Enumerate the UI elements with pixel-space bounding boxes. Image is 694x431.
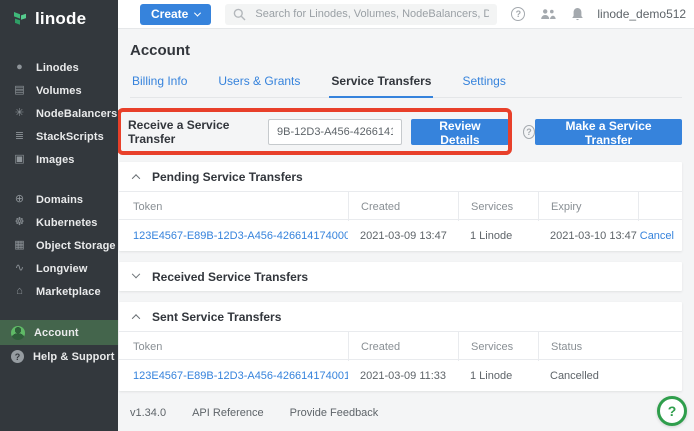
sent-transfers-header[interactable]: Sent Service Transfers bbox=[119, 302, 682, 331]
sidebar-item-object-storage[interactable]: ▦ Object Storage bbox=[0, 234, 118, 257]
object-storage-icon: ▦ bbox=[12, 240, 27, 251]
sidebar: linode ● Linodes ▤ Volumes ✳ NodeBalance… bbox=[0, 0, 118, 431]
pending-table-header: Token Created Services Expiry bbox=[119, 191, 682, 220]
main-content: Account Billing Info Users & Grants Serv… bbox=[118, 29, 694, 431]
app-version: v1.34.0 bbox=[130, 407, 166, 419]
cell-services: 1 Linode bbox=[458, 230, 538, 242]
logo-text: linode bbox=[35, 9, 86, 29]
cell-expiry: 2021-03-10 13:47 bbox=[538, 230, 638, 242]
topbar: Create ? li bbox=[118, 0, 694, 29]
sidebar-item-images[interactable]: ▣ Images bbox=[0, 148, 118, 171]
linode-cloud-manager: linode ● Linodes ▤ Volumes ✳ NodeBalance… bbox=[0, 0, 694, 431]
marketplace-icon: ⌂ bbox=[12, 286, 27, 297]
cell-services: 1 Linode bbox=[458, 370, 538, 382]
sidebar-item-nodebalancers[interactable]: ✳ NodeBalancers bbox=[0, 102, 118, 125]
pending-transfers-card: Pending Service Transfers Token Created … bbox=[119, 162, 682, 251]
api-reference-link[interactable]: API Reference bbox=[192, 407, 264, 419]
page-title: Account bbox=[130, 42, 682, 59]
sent-table-header: Token Created Services Status bbox=[119, 331, 682, 360]
received-transfers-header[interactable]: Received Service Transfers bbox=[119, 262, 682, 291]
sidebar-item-help-support[interactable]: ? Help & Support bbox=[0, 345, 118, 368]
tab-billing-info[interactable]: Billing Info bbox=[130, 69, 189, 97]
help-circle-icon: ? bbox=[11, 350, 24, 363]
receive-transfer-label: Receive a Service Transfer bbox=[128, 118, 258, 146]
domains-icon: ⊕ bbox=[12, 194, 27, 205]
linodes-icon: ● bbox=[12, 62, 27, 73]
provide-feedback-link[interactable]: Provide Feedback bbox=[290, 407, 379, 419]
notifications-bell-icon[interactable] bbox=[571, 7, 584, 21]
sidebar-item-marketplace[interactable]: ⌂ Marketplace bbox=[0, 280, 118, 303]
search-input[interactable] bbox=[255, 8, 489, 20]
chevron-down-icon bbox=[132, 269, 140, 277]
username[interactable]: linode_demo512 bbox=[597, 7, 686, 21]
help-icon[interactable]: ? bbox=[511, 7, 525, 21]
account-avatar-icon bbox=[11, 326, 25, 340]
column-created: Created bbox=[348, 332, 458, 361]
chevron-up-icon bbox=[132, 314, 140, 322]
sidebar-item-kubernetes[interactable]: ☸ Kubernetes bbox=[0, 211, 118, 234]
pending-transfers-header[interactable]: Pending Service Transfers bbox=[119, 162, 682, 191]
cancel-link[interactable]: Cancel bbox=[640, 230, 674, 242]
sidebar-item-domains[interactable]: ⊕ Domains bbox=[0, 188, 118, 211]
community-icon[interactable] bbox=[540, 8, 556, 20]
kubernetes-icon: ☸ bbox=[12, 217, 27, 228]
sidebar-item-stackscripts[interactable]: ≣ StackScripts bbox=[0, 125, 118, 148]
column-expiry: Expiry bbox=[538, 192, 638, 221]
transfer-token-input[interactable] bbox=[268, 119, 402, 145]
sidebar-item-linodes[interactable]: ● Linodes bbox=[0, 56, 118, 79]
tab-settings[interactable]: Settings bbox=[460, 69, 507, 97]
linode-logo-icon bbox=[11, 10, 29, 28]
column-actions bbox=[638, 192, 682, 221]
longview-icon: ∿ bbox=[12, 263, 27, 274]
token-link[interactable]: 123E4567-E89B-12D3-A456-426614174000 bbox=[133, 230, 348, 242]
volumes-icon: ▤ bbox=[12, 85, 27, 96]
nodebalancers-icon: ✳ bbox=[12, 108, 27, 119]
search-bar[interactable] bbox=[225, 4, 497, 25]
stackscripts-icon: ≣ bbox=[12, 131, 27, 142]
chevron-down-icon bbox=[194, 9, 201, 16]
cell-created: 2021-03-09 11:33 bbox=[348, 370, 458, 382]
sidebar-item-volumes[interactable]: ▤ Volumes bbox=[0, 79, 118, 102]
create-button[interactable]: Create bbox=[140, 4, 211, 25]
table-row: 123E4567-E89B-12D3-A456-426614174000 202… bbox=[119, 220, 682, 251]
chevron-up-icon bbox=[132, 174, 140, 182]
receive-transfer-bar: Receive a Service Transfer Review Detail… bbox=[119, 119, 682, 145]
column-status: Status bbox=[538, 332, 682, 361]
search-icon bbox=[233, 8, 246, 21]
help-bubble-button[interactable]: ? bbox=[657, 396, 687, 426]
column-token: Token bbox=[119, 332, 348, 361]
sent-transfers-card: Sent Service Transfers Token Created Ser… bbox=[119, 302, 682, 391]
column-services: Services bbox=[458, 192, 538, 221]
column-created: Created bbox=[348, 192, 458, 221]
sidebar-nav: ● Linodes ▤ Volumes ✳ NodeBalancers ≣ St… bbox=[0, 56, 118, 368]
cell-created: 2021-03-09 13:47 bbox=[348, 230, 458, 242]
review-details-button[interactable]: Review Details bbox=[411, 119, 509, 145]
account-tabs: Billing Info Users & Grants Service Tran… bbox=[130, 69, 682, 98]
sidebar-item-longview[interactable]: ∿ Longview bbox=[0, 257, 118, 280]
transfer-help-icon[interactable]: ? bbox=[523, 125, 535, 139]
column-token: Token bbox=[119, 192, 348, 221]
footer: v1.34.0 API Reference Provide Feedback bbox=[130, 407, 682, 419]
sidebar-item-account[interactable]: Account bbox=[0, 320, 118, 345]
cell-status: Cancelled bbox=[538, 370, 682, 382]
tab-users-grants[interactable]: Users & Grants bbox=[216, 69, 302, 97]
make-service-transfer-button[interactable]: Make a Service Transfer bbox=[535, 119, 682, 145]
images-icon: ▣ bbox=[12, 154, 27, 165]
token-link[interactable]: 123E4567-E89B-12D3-A456-426614174001 bbox=[133, 370, 348, 382]
table-row: 123E4567-E89B-12D3-A456-426614174001 202… bbox=[119, 360, 682, 391]
received-transfers-card: Received Service Transfers bbox=[119, 262, 682, 291]
column-services: Services bbox=[458, 332, 538, 361]
tab-service-transfers[interactable]: Service Transfers bbox=[329, 69, 433, 98]
linode-logo[interactable]: linode bbox=[0, 0, 118, 30]
